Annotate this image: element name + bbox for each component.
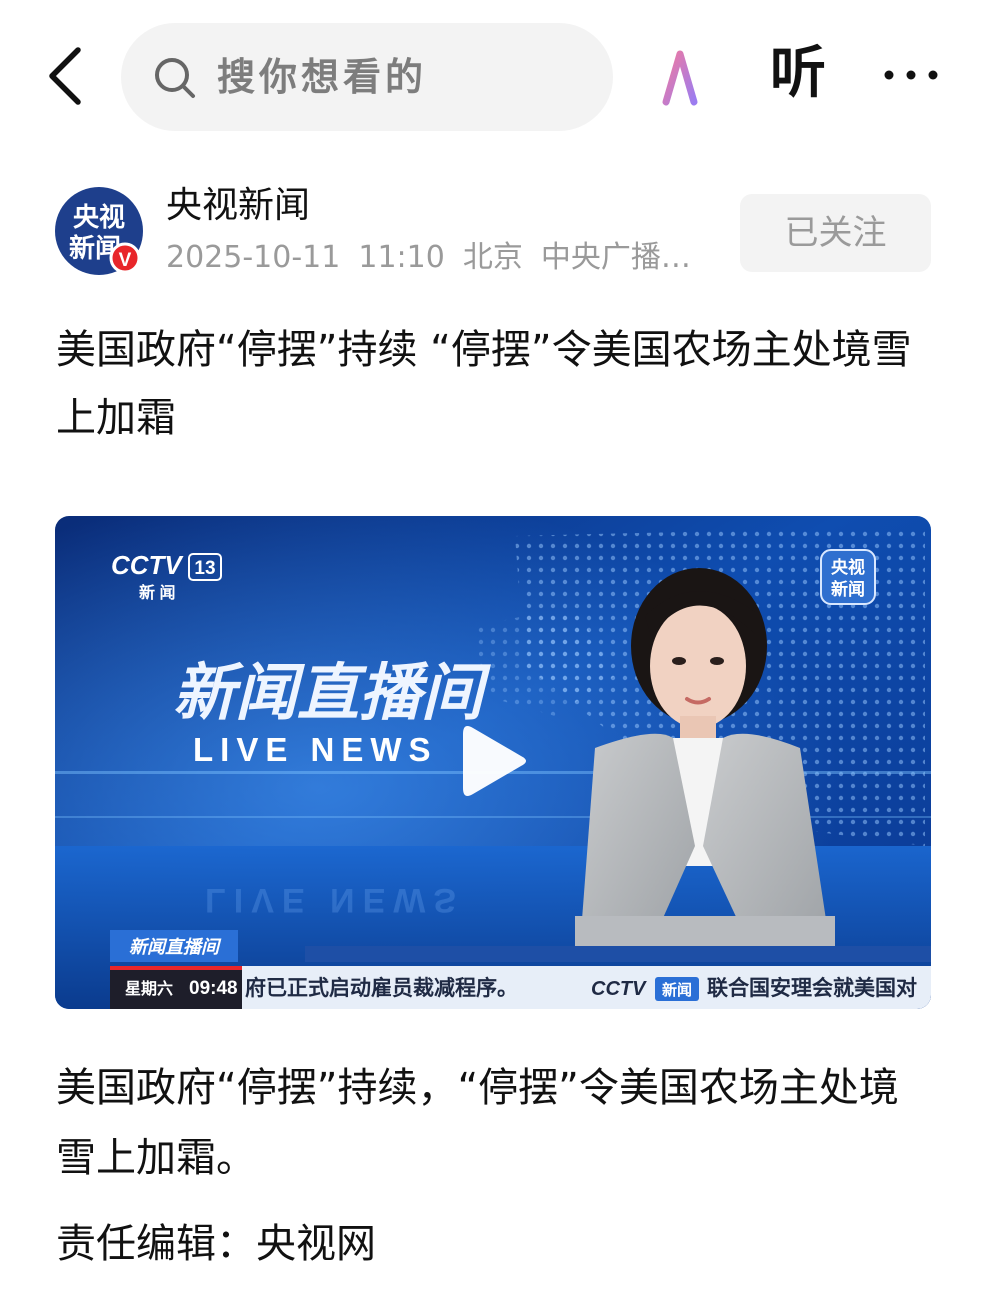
ai-icon xyxy=(662,50,714,106)
more-options-button[interactable] xyxy=(876,60,946,90)
svg-text:新 闻: 新 闻 xyxy=(139,583,175,602)
svg-text:V: V xyxy=(119,250,132,271)
listen-button[interactable]: 听 xyxy=(770,38,826,110)
post-meta: 2025-10-11 11:10 北京 中央广播电... xyxy=(166,238,716,278)
video-player[interactable]: LIVE NEWS CCTV 13 新 闻 央视 新闻 新闻直播间 LIVE N… xyxy=(55,516,931,1009)
program-title-en: LIVE NEWS xyxy=(193,731,438,768)
svg-text:LIVE NEWS: LIVE NEWS xyxy=(205,881,464,919)
svg-text:新闻: 新闻 xyxy=(831,579,865,599)
svg-text:13: 13 xyxy=(194,558,215,579)
search-bar[interactable]: 搜你想看的 xyxy=(121,23,613,131)
search-icon xyxy=(155,58,195,98)
ai-button[interactable] xyxy=(660,48,720,108)
svg-text:央视: 央视 xyxy=(73,202,125,232)
chevron-left-icon xyxy=(49,47,81,105)
article-body: 美国政府“停摆”持续，“停摆”令美国农场主处境雪上加霜。 xyxy=(56,1065,899,1181)
search-placeholder: 搜你想看的 xyxy=(217,55,428,99)
svg-text:星期六: 星期六 xyxy=(125,979,173,998)
article-editor: 责任编辑：央视网 xyxy=(56,1221,376,1267)
svg-text:联合国安理会就美国对: 联合国安理会就美国对 xyxy=(707,976,917,1000)
article-headline: 美国政府“停摆”持续 “停摆”令美国农场主处境雪上加霜 xyxy=(56,327,912,441)
more-dots-icon xyxy=(884,70,938,80)
svg-text:府已正式启动雇员裁减程序。: 府已正式启动雇员裁减程序。 xyxy=(245,976,518,1000)
post-location: 北京 xyxy=(462,240,523,275)
post-source: 中央广播电... xyxy=(540,240,716,275)
author-name[interactable]: 央视新闻 xyxy=(166,183,310,229)
back-button[interactable] xyxy=(40,44,96,108)
svg-text:新闻: 新闻 xyxy=(662,981,692,999)
author-avatar[interactable]: 央视 新闻 V xyxy=(55,187,143,275)
cctv-news-logo-icon: 央视 新闻 V xyxy=(55,187,143,275)
top-navigation-bar: 搜你想看的 听 xyxy=(0,0,986,152)
svg-text:09:48: 09:48 xyxy=(189,978,238,999)
post-time: 11:10 xyxy=(358,240,445,275)
video-thumbnail: LIVE NEWS CCTV 13 新 闻 央视 新闻 新闻直播间 LIVE N… xyxy=(55,516,931,1009)
program-title-cn: 新闻直播间 xyxy=(173,659,492,728)
svg-text:新闻直播间: 新闻直播间 xyxy=(129,937,222,957)
svg-text:CCTV: CCTV xyxy=(591,978,647,1000)
svg-text:央视: 央视 xyxy=(831,557,865,577)
follow-button[interactable]: 已关注 xyxy=(740,194,931,272)
cctv-news-corner-logo: 央视 新闻 xyxy=(820,549,876,605)
post-date: 2025-10-11 xyxy=(166,240,341,275)
svg-text:CCTV: CCTV xyxy=(111,550,184,580)
